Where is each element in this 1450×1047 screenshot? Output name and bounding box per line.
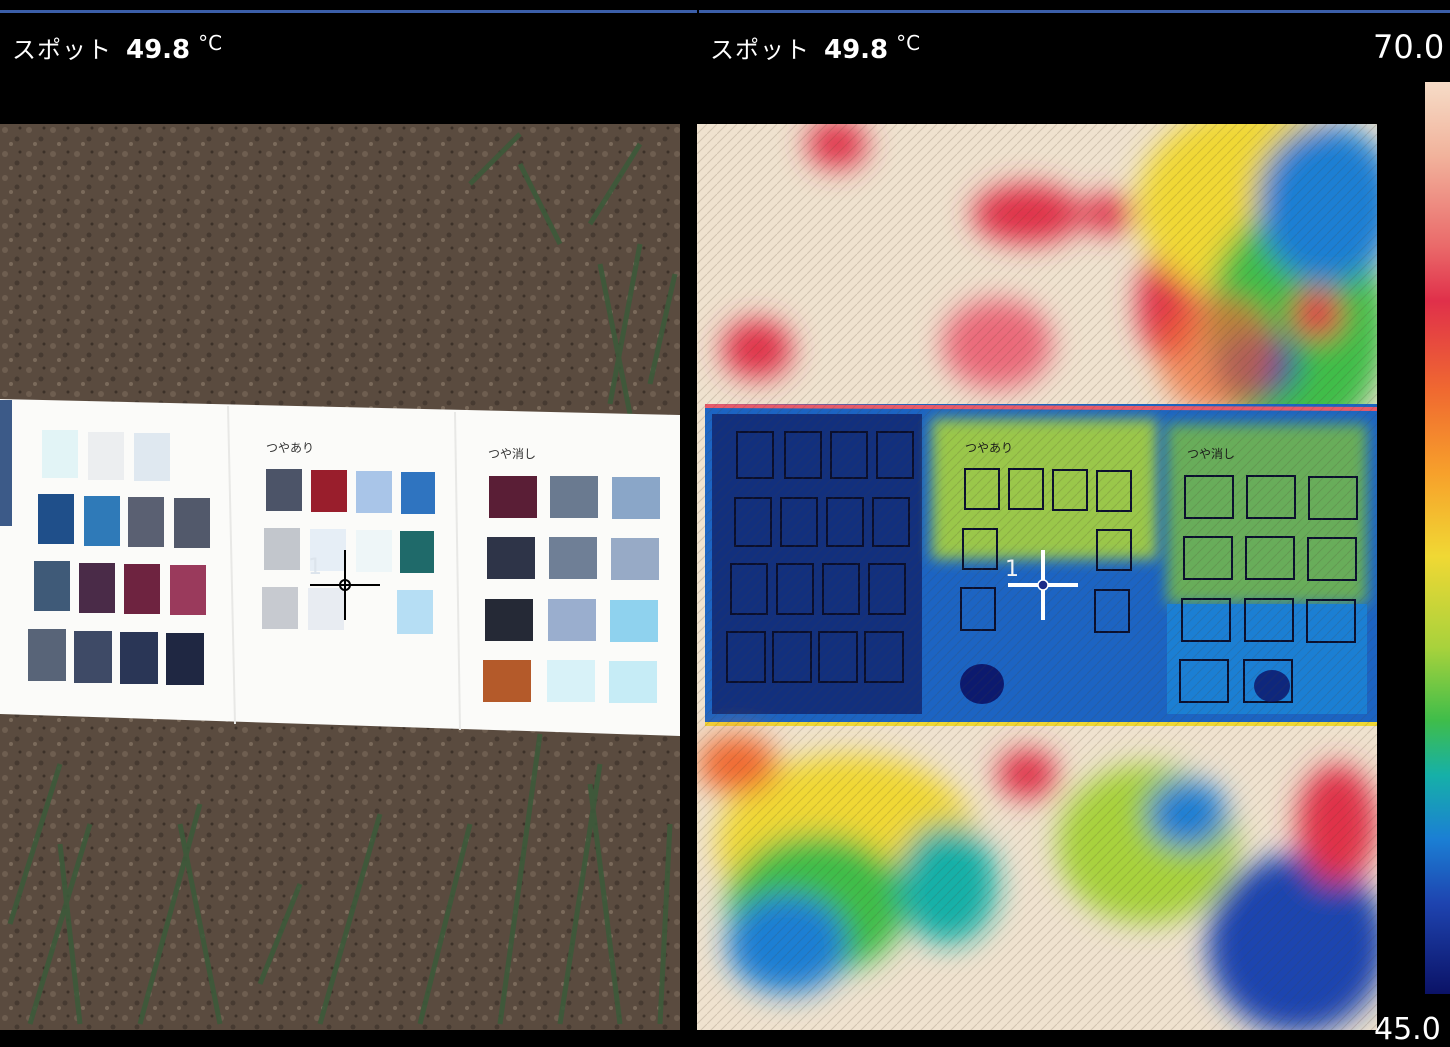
spot-temperature: 49.8 bbox=[126, 35, 191, 65]
visible-image-panel: つやあり つや消し 1 bbox=[0, 124, 680, 1030]
spot-label: スポット bbox=[12, 36, 112, 64]
scale-min-label: 45.0 bbox=[1374, 1012, 1441, 1047]
right-spot-readout: スポット 49.8 °C bbox=[710, 30, 920, 65]
thermal-viewer: スポット 49.8 °C スポット 49.8 °C 70.0 45.0 つやあり… bbox=[0, 0, 1450, 1047]
temperature-unit: °C bbox=[896, 31, 921, 55]
visible-image: つやあり つや消し 1 bbox=[0, 124, 680, 1030]
spot-label: スポット bbox=[710, 36, 810, 64]
spot-number: 1 bbox=[308, 555, 322, 580]
spot-temperature: 49.8 bbox=[824, 35, 889, 65]
left-spot-readout: スポット 49.8 °C bbox=[12, 30, 222, 65]
thermal-spot-number: 1 bbox=[1005, 557, 1019, 582]
left-accent-line bbox=[0, 10, 697, 13]
temperature-color-scale bbox=[1425, 82, 1450, 994]
thermal-image: つやあり つや消し bbox=[697, 124, 1377, 1030]
thermal-image-panel: つやあり つや消し bbox=[697, 124, 1377, 1030]
scale-max-label: 70.0 bbox=[1373, 28, 1445, 66]
glossy-section-title: つやあり bbox=[266, 441, 314, 455]
right-accent-line bbox=[699, 10, 1450, 13]
temperature-unit: °C bbox=[198, 31, 223, 55]
matte-section-title: つや消し bbox=[488, 447, 536, 461]
